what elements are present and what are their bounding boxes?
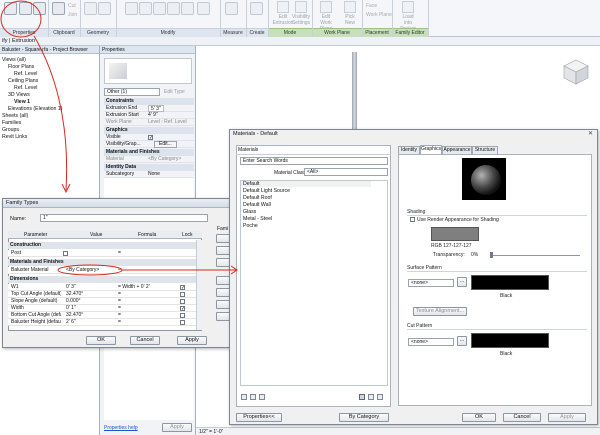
annotation-ellipse: [57, 264, 123, 276]
annotation-circle: [0, 0, 42, 38]
annotation-arrow-down: [33, 35, 68, 191]
annotation-overlay: [0, 0, 238, 276]
